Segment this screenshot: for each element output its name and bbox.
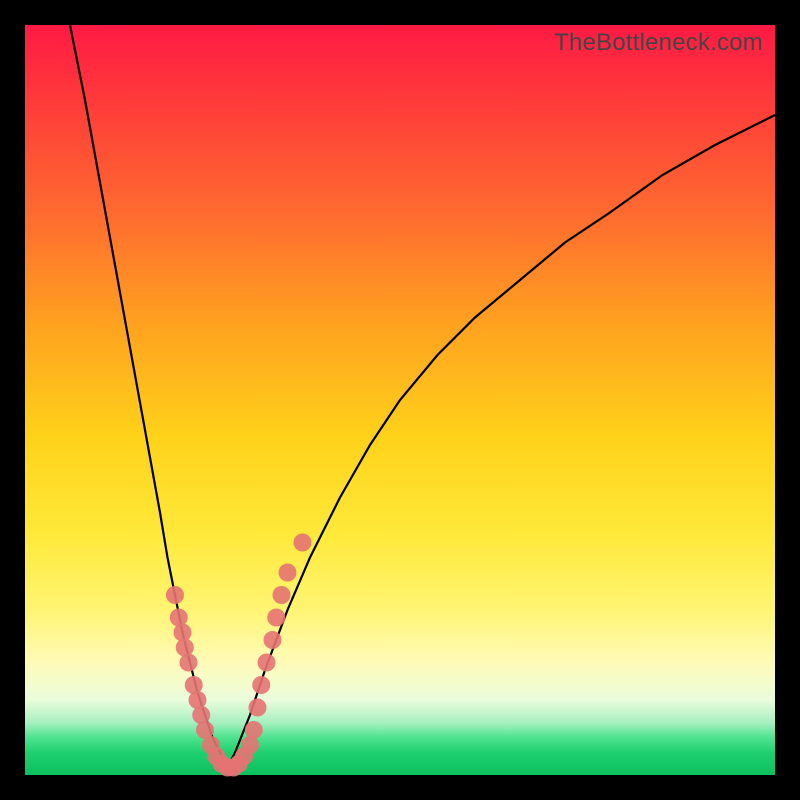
data-point xyxy=(252,676,270,694)
data-point xyxy=(258,654,276,672)
chart-frame: TheBottleneck.com xyxy=(25,25,775,775)
data-point xyxy=(189,691,207,709)
data-point xyxy=(241,736,259,754)
data-point xyxy=(264,631,282,649)
data-point xyxy=(176,639,194,657)
bottleneck-plot xyxy=(25,25,775,775)
data-point xyxy=(279,564,297,582)
curve-right xyxy=(228,115,776,768)
data-point xyxy=(180,654,198,672)
data-point xyxy=(192,706,210,724)
data-point xyxy=(245,721,263,739)
watermark-text: TheBottleneck.com xyxy=(554,29,763,57)
data-point xyxy=(249,699,267,717)
data-point xyxy=(166,586,184,604)
scatter-dots xyxy=(166,534,312,777)
data-point xyxy=(185,676,203,694)
curve-left xyxy=(70,25,228,768)
data-point xyxy=(294,534,312,552)
data-point xyxy=(267,609,285,627)
data-point xyxy=(273,586,291,604)
data-point xyxy=(170,609,188,627)
